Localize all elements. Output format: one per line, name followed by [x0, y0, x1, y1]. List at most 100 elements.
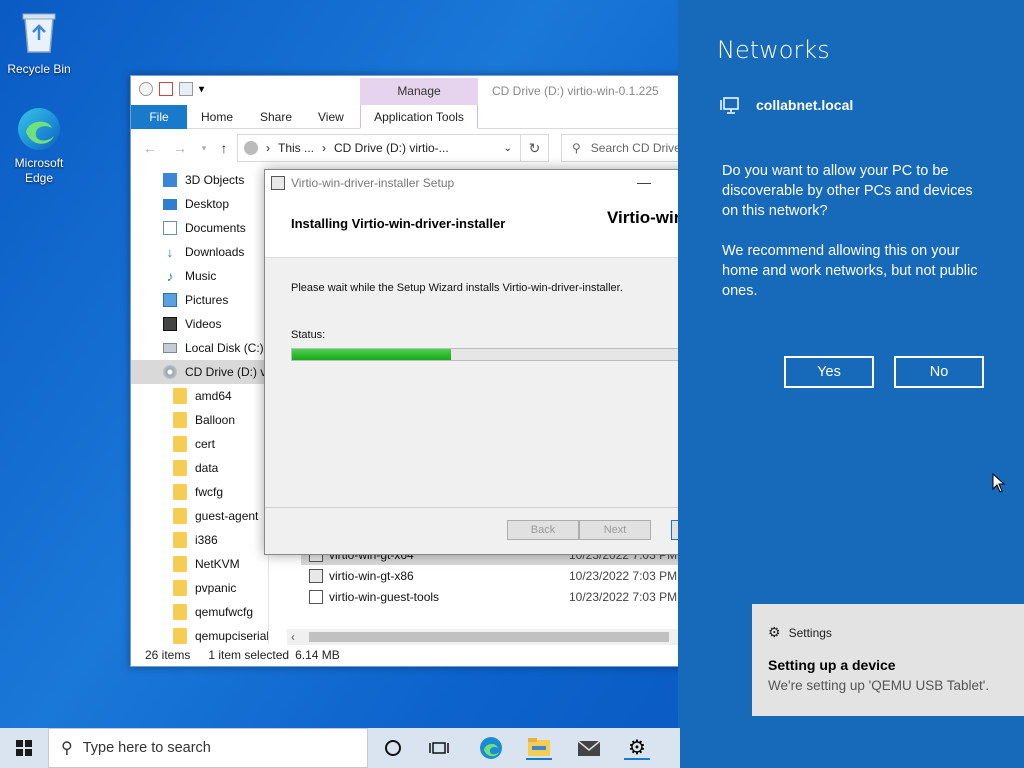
gear-icon: ⚙: [768, 624, 781, 640]
search-input[interactable]: ⚲ Search CD Drive: [561, 134, 689, 162]
local-disk-icon: [163, 343, 177, 353]
notification-app: ⚙ Settings: [768, 624, 832, 641]
taskbar-search-input[interactable]: ⚲ Type here to search: [48, 728, 368, 768]
start-button[interactable]: [0, 728, 48, 768]
forward-arrow-icon[interactable]: →: [171, 139, 189, 157]
nav-folder-i386[interactable]: i386: [131, 528, 268, 552]
tab-application-tools[interactable]: Application Tools: [360, 105, 478, 129]
minimize-icon[interactable]: —: [637, 174, 651, 190]
nav-folder-fwcfg[interactable]: fwcfg: [131, 480, 268, 504]
address-row: ← → ▾ ↑ › This ... › CD Drive (D:) virti…: [131, 130, 689, 166]
status-label: Status:: [291, 329, 326, 341]
horizontal-scrollbar[interactable]: ‹: [287, 629, 689, 645]
search-icon: ⚲: [572, 141, 581, 155]
file-date: 10/23/2022 7:03 PM: [569, 568, 678, 583]
nav-folder-pvpanic[interactable]: pvpanic: [131, 576, 268, 600]
folder-icon: [173, 604, 187, 620]
nav-item-pictures[interactable]: Pictures: [131, 288, 268, 312]
nav-item-downloads[interactable]: ↓ Downloads: [131, 240, 268, 264]
mail-icon[interactable]: [576, 736, 602, 760]
nav-label: Local Disk (C:): [185, 341, 264, 355]
tab-file[interactable]: File: [131, 105, 187, 129]
nav-item-desktop[interactable]: Desktop: [131, 192, 268, 216]
file-name: virtio-win-guest-tools: [329, 589, 440, 604]
edge-taskbar-icon[interactable]: [478, 736, 504, 760]
up-arrow-icon[interactable]: ↑: [215, 139, 233, 157]
search-placeholder: Search CD Drive: [590, 141, 681, 155]
properties-icon[interactable]: [159, 82, 173, 96]
network-name: collabnet.local: [756, 97, 854, 113]
nav-label: Pictures: [185, 293, 229, 307]
nav-folder-balloon[interactable]: Balloon: [131, 408, 268, 432]
task-view-icon[interactable]: [426, 736, 452, 760]
nav-item-3d-objects[interactable]: 3D Objects: [131, 168, 268, 192]
file-explorer-taskbar-icon[interactable]: [526, 736, 552, 760]
tab-share[interactable]: Share: [248, 105, 304, 129]
device-setup-notification[interactable]: ⚙ Settings Setting up a device We're set…: [752, 604, 1024, 716]
next-button[interactable]: Next: [579, 520, 651, 540]
nav-label: Downloads: [185, 245, 245, 259]
nav-label: Documents: [185, 221, 246, 235]
new-folder-icon[interactable]: [179, 82, 193, 96]
desktop-icon-recycle-bin[interactable]: Recycle Bin: [4, 8, 74, 77]
recent-locations-chevron-icon[interactable]: ▾: [195, 139, 213, 157]
notification-heading: Setting up a device: [768, 657, 896, 673]
nav-folder-netkvm[interactable]: NetKVM: [131, 552, 268, 576]
network-entry[interactable]: collabnet.local: [720, 96, 853, 114]
breadcrumb-cd-drive[interactable]: CD Drive (D:) virtio-...: [334, 141, 449, 155]
address-dropdown-icon[interactable]: ⌄: [504, 143, 512, 154]
folder-label: qemupciserial: [195, 629, 269, 643]
pictures-icon: [163, 293, 177, 307]
back-arrow-icon[interactable]: ←: [141, 139, 159, 157]
address-bar[interactable]: › This ... › CD Drive (D:) virtio-... ⌄: [237, 134, 521, 162]
folder-icon: [173, 556, 187, 572]
explorer-titlebar[interactable]: ▾ Manage CD Drive (D:) virtio-win-0.1.22…: [131, 76, 689, 105]
nav-folder-data[interactable]: data: [131, 456, 268, 480]
folder-icon: [173, 628, 187, 644]
recycle-bin-icon: [22, 13, 56, 53]
edge-label: Microsoft Edge: [14, 156, 64, 185]
file-name: virtio-win-gt-x86: [329, 568, 414, 583]
nav-folder-guest-agent[interactable]: guest-agent: [131, 504, 268, 528]
navigation-pane: 3D Objects Desktop Documents ↓ Downloads …: [131, 168, 269, 644]
back-button[interactable]: Back: [507, 520, 579, 540]
nav-item-videos[interactable]: Videos: [131, 312, 268, 336]
no-button[interactable]: No: [894, 356, 984, 388]
breadcrumb-this-pc[interactable]: This ...: [278, 141, 314, 155]
videos-icon: [163, 317, 177, 331]
scroll-left-icon[interactable]: ‹: [291, 629, 295, 645]
settings-gear-icon[interactable]: ⚙: [624, 736, 650, 760]
nav-folder-cert[interactable]: cert: [131, 432, 268, 456]
file-row[interactable]: virtio-win-guest-tools 10/23/2022 7:03 P…: [301, 586, 689, 607]
nav-folder-qemupciserial[interactable]: qemupciserial: [131, 624, 268, 644]
nav-item-documents[interactable]: Documents: [131, 216, 268, 240]
nav-item-local-disk[interactable]: Local Disk (C:): [131, 336, 268, 360]
desktop-icon-edge[interactable]: Microsoft Edge: [4, 106, 74, 186]
setup-titlebar[interactable]: Virtio-win-driver-installer Setup: [265, 170, 693, 196]
setup-dialog[interactable]: Virtio-win-driver-installer Setup — Inst…: [264, 169, 694, 555]
folder-label: amd64: [195, 389, 232, 403]
search-icon: ⚲: [61, 740, 73, 757]
scrollbar-thumb[interactable]: [309, 632, 669, 642]
breadcrumb-separator-icon: ›: [322, 141, 327, 155]
flyout-title: Networks: [717, 36, 830, 64]
file-row[interactable]: virtio-win-gt-x86 10/23/2022 7:03 PM: [301, 565, 689, 586]
setup-heading: Installing Virtio-win-driver-installer: [291, 216, 506, 231]
chevron-down-icon[interactable]: ▾: [199, 84, 204, 95]
tab-view[interactable]: View: [306, 105, 356, 129]
cortana-icon[interactable]: [380, 736, 406, 760]
yes-button[interactable]: Yes: [784, 356, 874, 388]
folder-icon: [173, 436, 187, 452]
refresh-icon[interactable]: ↻: [521, 134, 549, 162]
manage-tab[interactable]: Manage: [360, 78, 478, 105]
setup-message: Please wait while the Setup Wizard insta…: [291, 282, 623, 294]
nav-folder-qemufwcfg[interactable]: qemufwcfg: [131, 600, 268, 624]
tab-home[interactable]: Home: [189, 105, 245, 129]
taskbar: ⚲ Type here to search ⚙: [0, 728, 680, 768]
mouse-cursor-icon: [992, 473, 1006, 493]
folder-label: pvpanic: [195, 581, 237, 595]
nav-folder-amd64[interactable]: amd64: [131, 384, 268, 408]
music-icon: ♪: [166, 268, 174, 284]
nav-item-cd-drive[interactable]: CD Drive (D:) virtio-win-0.1.225: [131, 360, 268, 384]
nav-item-music[interactable]: ♪ Music: [131, 264, 268, 288]
